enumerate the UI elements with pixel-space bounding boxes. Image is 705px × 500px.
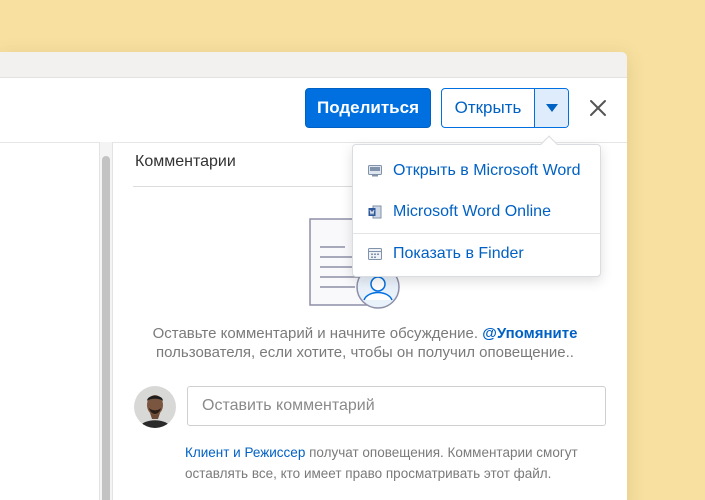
menu-item-open-in-word[interactable]: Открыть в Microsoft Word xyxy=(353,151,600,191)
header-divider xyxy=(0,142,627,143)
scrollbar-thumb[interactable] xyxy=(102,156,110,500)
share-button[interactable]: Поделиться xyxy=(305,88,431,128)
menu-item-label: Microsoft Word Online xyxy=(393,203,551,220)
notification-hint: Клиент и Режиссер получат оповещения. Ко… xyxy=(185,442,625,484)
notified-users-link[interactable]: Клиент и Режиссер xyxy=(185,445,305,460)
preview-scrollbar[interactable] xyxy=(99,142,113,500)
open-menu-toggle[interactable] xyxy=(534,89,568,127)
menu-item-word-online[interactable]: Microsoft Word Online xyxy=(353,192,600,232)
open-split-button: Открыть xyxy=(441,88,569,128)
close-icon[interactable] xyxy=(588,98,608,118)
open-dropdown-menu: Открыть в Microsoft Word Microsoft Word … xyxy=(352,135,601,277)
user-avatar xyxy=(134,386,176,428)
menu-item-label: Показать в Finder xyxy=(393,245,524,262)
caret-down-icon xyxy=(545,104,558,112)
comments-divider xyxy=(133,186,358,187)
empty-message-part-2: пользователя, если хотите, чтобы он полу… xyxy=(156,344,574,361)
mention-link[interactable]: @Упомяните xyxy=(482,325,577,342)
window-titlebar xyxy=(0,52,627,78)
comments-heading: Комментарии xyxy=(135,153,236,170)
menu-item-show-in-finder[interactable]: Показать в Finder xyxy=(353,234,600,274)
word-doc-icon xyxy=(367,204,383,220)
menu-item-label: Открыть в Microsoft Word xyxy=(393,162,581,179)
finder-icon xyxy=(367,246,383,262)
empty-message-part-1: Оставьте комментарий и начните обсуждени… xyxy=(152,325,483,342)
empty-comments-message: Оставьте комментарий и начните обсуждени… xyxy=(118,324,612,362)
desktop-app-icon xyxy=(367,163,383,179)
open-button[interactable]: Открыть xyxy=(442,89,534,127)
comment-input[interactable] xyxy=(187,386,606,426)
